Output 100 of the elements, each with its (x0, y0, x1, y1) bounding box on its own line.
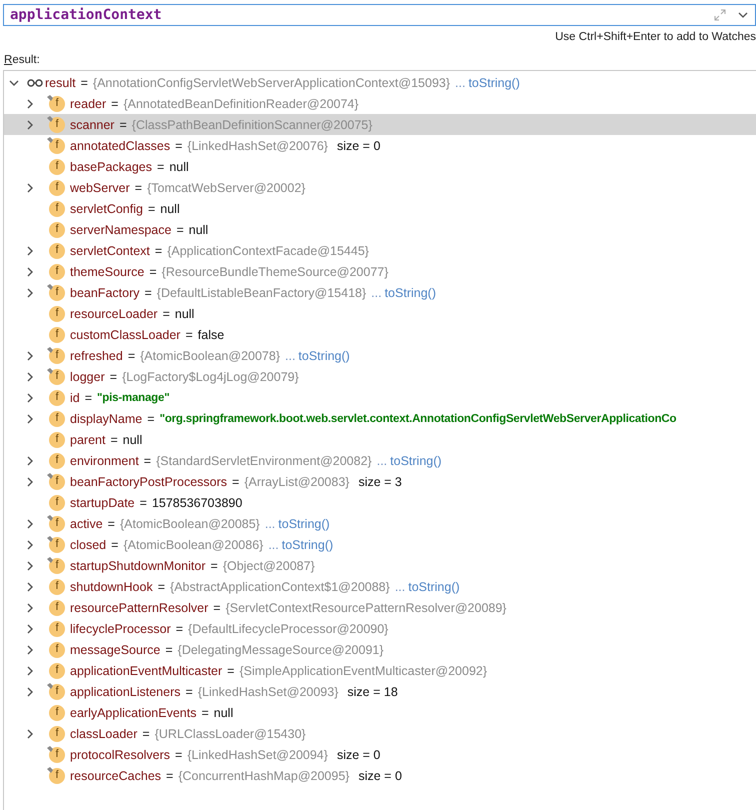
field-name: reader (70, 96, 106, 110)
equals-sign: = (176, 622, 184, 636)
tree-row[interactable]: f startupDate = 1578536703890 (4, 492, 756, 513)
field-name: refreshed (70, 348, 123, 362)
field-value: null (214, 706, 234, 720)
field-name: scanner (70, 118, 114, 132)
tree-row[interactable]: f beanFactory = {DefaultListableBeanFactory@15418} ... toString() (4, 282, 756, 303)
equals-sign: = (157, 160, 164, 174)
field-icon: f (49, 390, 65, 406)
field-value: {Object@20087} (222, 558, 315, 572)
tree-row[interactable]: f resourceCaches = {ConcurrentHashMap@20095} size = 0 (4, 765, 756, 786)
tree-row[interactable]: f basePackages = null (4, 156, 756, 177)
field-name: protocolResolvers (70, 748, 170, 762)
to-string-link[interactable]: toString() (390, 454, 442, 468)
size-text: size = 3 (358, 474, 402, 488)
tree-row[interactable]: f scanner = {ClassPathBeanDefinitionScanner@20075} (4, 114, 756, 135)
to-string-link[interactable]: toString() (384, 286, 436, 300)
field-name: applicationEventMulticaster (70, 664, 222, 678)
tree-row[interactable]: f webServer = {TomcatWebServer@20002} (4, 177, 756, 198)
equals-sign: = (144, 454, 152, 468)
field-value: {ArrayList@20083} (244, 474, 350, 488)
tree-row[interactable]: f applicationListeners = {LinkedHashSet@20093} size = 18 (4, 681, 756, 702)
tree-row[interactable]: result = {AnnotationConfigServletWebServerApplicationContext@15093} ... toString() (4, 72, 756, 93)
equals-sign: = (162, 306, 170, 320)
to-string-link[interactable]: toString() (278, 516, 330, 530)
field-name: active (70, 516, 103, 530)
tree-row[interactable]: f shutdownHook = {AbstractApplicationContext$1@20088} ... toString() (4, 576, 756, 597)
ellipsis-text: ... (285, 348, 296, 362)
equals-sign: = (166, 768, 174, 782)
tree-row[interactable]: f annotatedClasses = {LinkedHashSet@20076} size = 0 (4, 135, 756, 156)
field-icon: f (49, 726, 65, 742)
to-string-link[interactable]: toString() (468, 76, 520, 90)
tree-row[interactable]: f protocolResolvers = {LinkedHashSet@20094} size = 0 (4, 744, 756, 765)
equals-sign: = (111, 96, 118, 110)
field-value: {DelegatingMessageSource@20091} (178, 642, 384, 656)
tree-row[interactable]: f earlyApplicationEvents = null (4, 702, 756, 723)
tree-row[interactable]: f resourceLoader = null (4, 303, 756, 324)
expression-field[interactable]: applicationContext (3, 4, 756, 26)
field-icon: f (49, 474, 65, 490)
field-icon: f (49, 600, 65, 616)
equals-sign: = (165, 642, 173, 656)
field-value: 1578536703890 (152, 496, 242, 510)
tree-row[interactable]: f resourcePatternResolver = {ServletContextResourcePatternResolver@20089} (4, 597, 756, 618)
tree-row[interactable]: f lifecycleProcessor = {DefaultLifecycleProcessor@20090} (4, 618, 756, 639)
field-value: null (122, 432, 142, 446)
tree-row[interactable]: f messageSource = {DelegatingMessageSource@20091} (4, 639, 756, 660)
equals-sign: = (158, 580, 166, 594)
to-string-link[interactable]: toString() (298, 348, 350, 362)
tree-row[interactable]: f displayName = "org.springframework.boot.web.servlet.context.AnnotationConfigServletWebServerApplicationCo (4, 408, 756, 429)
tree-row[interactable]: f logger = {LogFactory$Log4jLog@20079} (4, 366, 756, 387)
tree-row[interactable]: f id = "pis-manage" (4, 387, 756, 408)
field-name: beanFactoryPostProcessors (70, 474, 228, 488)
field-value: null (160, 202, 180, 216)
equals-sign: = (154, 244, 162, 258)
field-icon: f (49, 536, 65, 552)
tree-row[interactable]: f reader = {AnnotatedBeanDefinitionReader@20074} (4, 93, 756, 114)
equals-sign: = (140, 496, 147, 510)
variable-value: {AnnotationConfigServletWebServerApplicationContext@15093} (92, 76, 450, 90)
field-value: {DefaultLifecycleProcessor@20090} (188, 622, 388, 636)
equals-sign: = (148, 202, 156, 216)
field-icon: f (49, 620, 65, 636)
dropdown-chevron-icon[interactable] (738, 12, 748, 18)
field-icon: f (49, 662, 65, 678)
equals-sign: = (80, 76, 88, 90)
tree-row[interactable]: f startupShutdownMonitor = {Object@20087} (4, 555, 756, 576)
to-string-link[interactable]: toString() (408, 580, 460, 594)
field-name: startupDate (70, 496, 135, 510)
field-value: null (174, 306, 194, 320)
tree-row[interactable]: f beanFactoryPostProcessors = {ArrayList@20083} size = 3 (4, 471, 756, 492)
field-value: {AnnotatedBeanDefinitionReader@20074} (123, 96, 359, 110)
tree-row[interactable]: f servletContext = {ApplicationContextFacade@15445} (4, 240, 756, 261)
size-text: size = 0 (336, 748, 380, 762)
field-name: id (70, 390, 80, 404)
field-icon: f (49, 746, 65, 762)
tree-row[interactable]: f parent = null (4, 429, 756, 450)
tree-row[interactable]: f themeSource = {ResourceBundleThemeSource@20077} (4, 261, 756, 282)
field-name: resourceLoader (70, 306, 158, 320)
tree-row[interactable]: f environment = {StandardServletEnvironment@20082} ... toString() (4, 450, 756, 471)
tree-row[interactable]: f serverNamespace = null (4, 219, 756, 240)
field-icon: f (49, 684, 65, 700)
equals-sign: = (128, 348, 136, 362)
tree-row[interactable]: f closed = {AtomicBoolean@20086} ... toString() (4, 534, 756, 555)
tree-row[interactable]: f customClassLoader = false (4, 324, 756, 345)
tree-row[interactable]: f active = {AtomicBoolean@20085} ... toString() (4, 513, 756, 534)
tree-row[interactable]: f servletConfig = null (4, 198, 756, 219)
ellipsis-text: ... (371, 286, 382, 300)
equals-sign: = (185, 328, 193, 342)
equals-sign: = (175, 138, 182, 152)
to-string-link[interactable]: toString() (282, 538, 334, 552)
field-value: {ConcurrentHashMap@20095} (178, 768, 350, 782)
equals-sign: = (134, 180, 142, 194)
field-name: shutdownHook (70, 580, 153, 594)
field-name: annotatedClasses (70, 138, 170, 152)
equals-sign: = (227, 664, 234, 678)
tree-row[interactable]: f classLoader = {URLClassLoader@15430} (4, 723, 756, 744)
field-name: parent (70, 432, 106, 446)
tree-row[interactable]: f applicationEventMulticaster = {SimpleApplicationEventMulticaster@20092} (4, 660, 756, 681)
tree-row[interactable]: f refreshed = {AtomicBoolean@20078} ... toString() (4, 345, 756, 366)
field-icon: f (49, 242, 65, 258)
field-value: {ApplicationContextFacade@15445} (167, 244, 369, 258)
